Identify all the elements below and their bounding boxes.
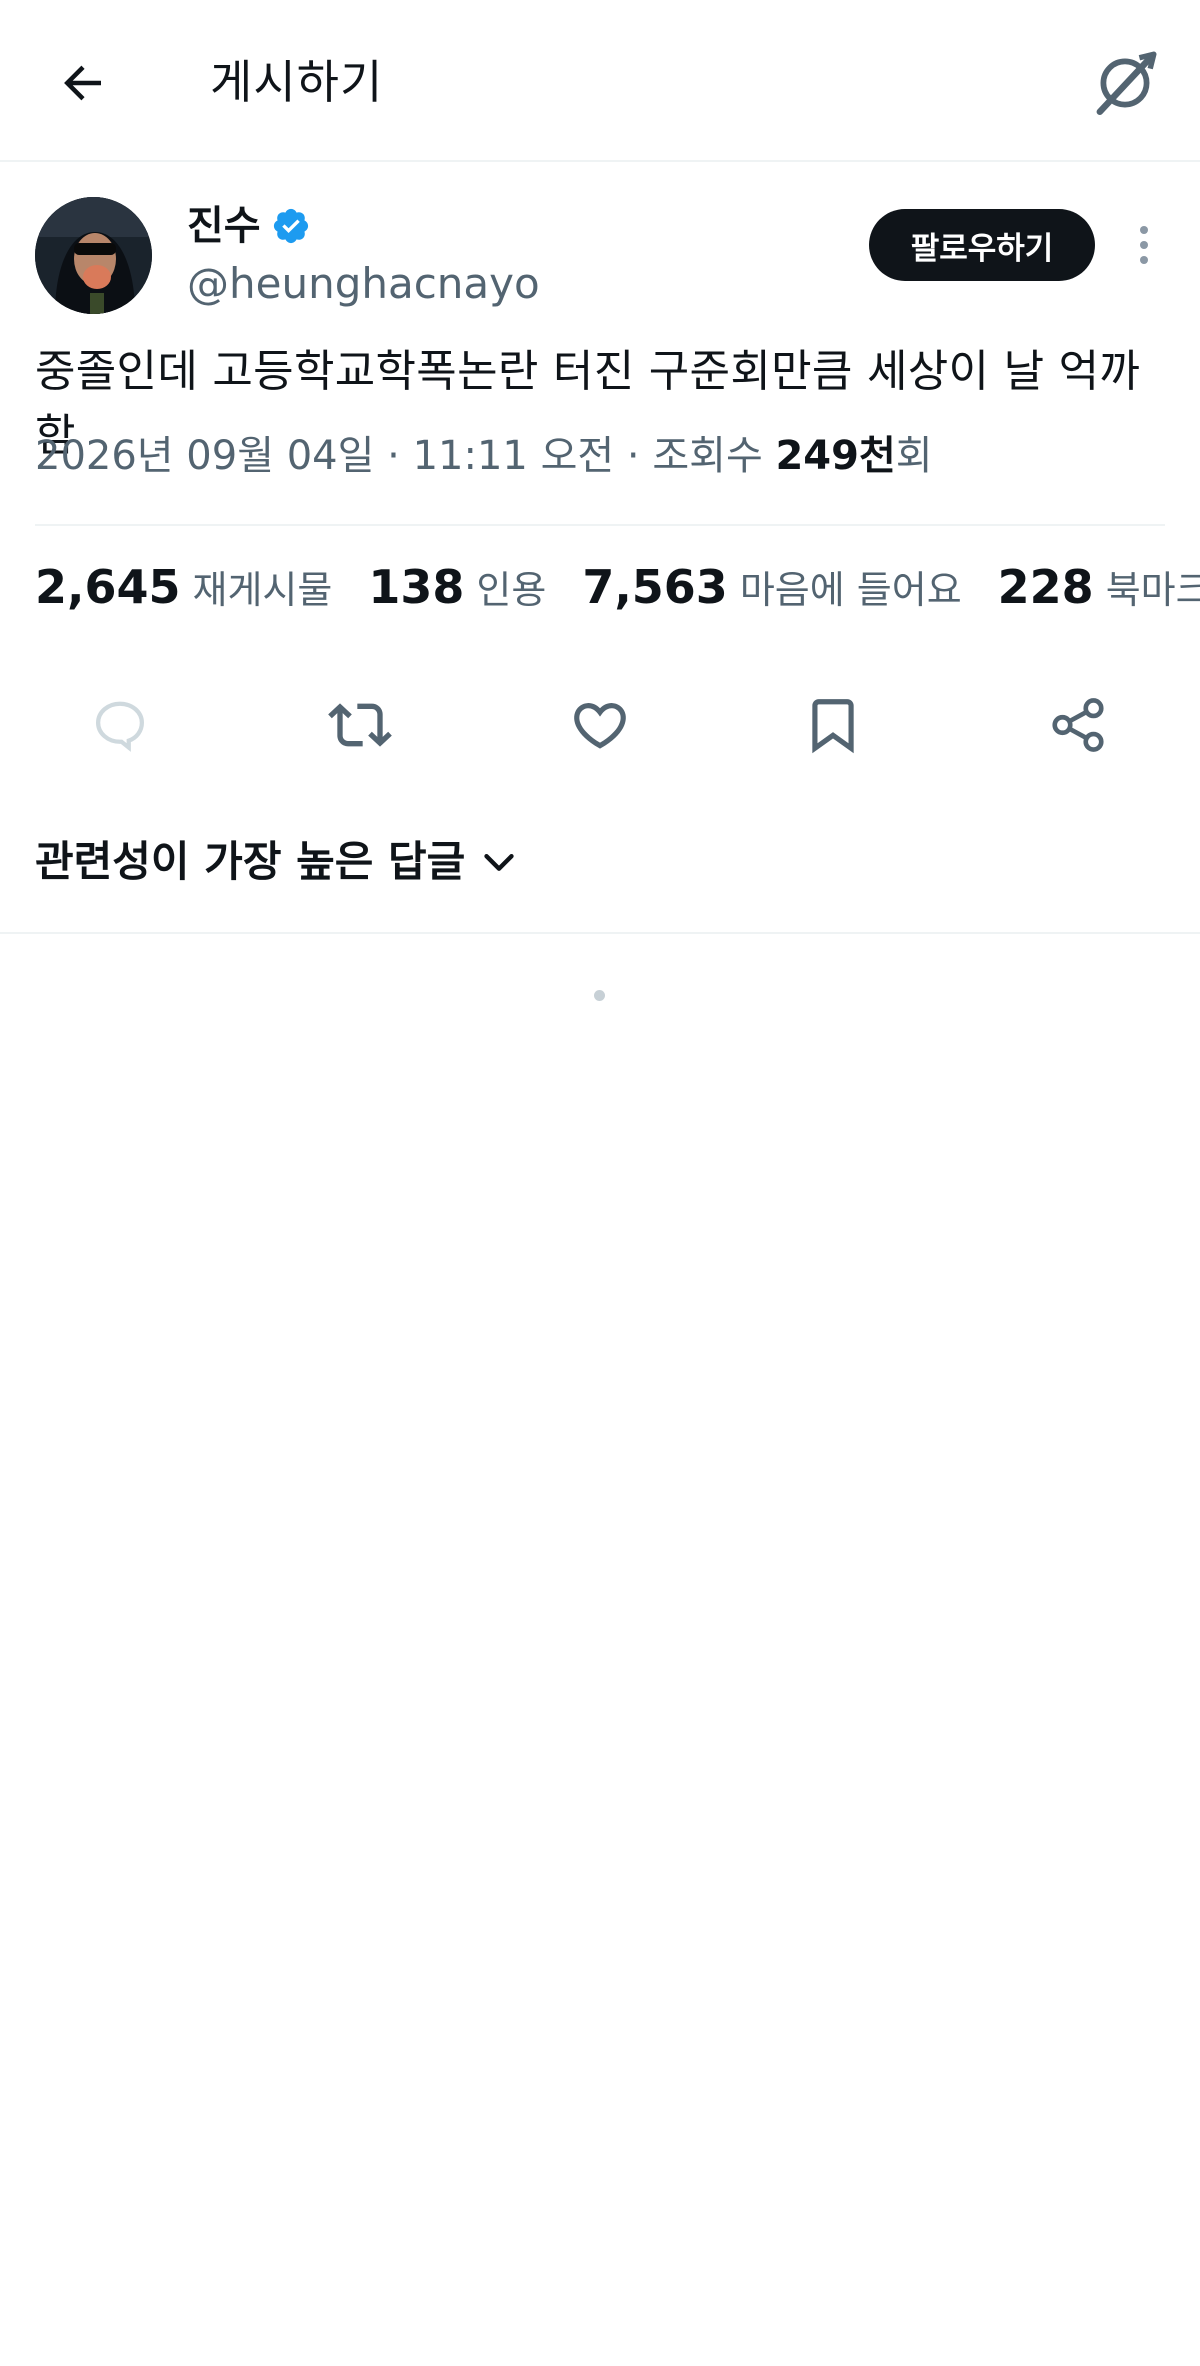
likes-count: 7,563	[582, 560, 728, 614]
post-date[interactable]: 2026년 09월 04일	[35, 433, 374, 479]
repost-icon	[328, 703, 392, 747]
bookmarks-count: 228	[997, 560, 1094, 614]
display-name[interactable]: 진수	[187, 200, 261, 252]
back-button[interactable]	[40, 45, 126, 121]
follow-button[interactable]: 팔로우하기	[869, 209, 1095, 281]
action-bar	[0, 680, 1200, 770]
meta-separator: ·	[626, 433, 640, 479]
loading-indicator	[594, 990, 605, 1001]
reply-button[interactable]	[80, 680, 160, 770]
arrow-left-icon	[64, 65, 101, 101]
avatar-image	[35, 197, 152, 314]
more-options-button[interactable]	[1120, 218, 1168, 272]
stat-reposts[interactable]: 2,645 재게시물	[35, 560, 332, 617]
quotes-count: 138	[368, 560, 465, 614]
bookmark-button[interactable]	[793, 680, 873, 770]
reply-sort-dropdown[interactable]: 관련성이 가장 높은 답글	[35, 832, 519, 892]
page-title: 게시하기	[210, 55, 384, 109]
author-handle[interactable]: @heunghacnayo	[187, 257, 540, 311]
views-count[interactable]: 249천	[775, 433, 895, 479]
bookmark-icon	[812, 699, 854, 754]
divider	[0, 932, 1200, 934]
meta-separator: ·	[387, 433, 400, 479]
verified-badge-icon	[273, 208, 308, 244]
author-name-row: 진수	[187, 200, 311, 252]
reposts-label: 재게시물	[192, 568, 333, 612]
chevron-down-icon	[484, 854, 514, 871]
post-meta: 2026년 09월 04일 · 11:11 오전 · 조회수 249천회	[35, 428, 933, 484]
views-suffix: 회	[895, 433, 933, 479]
reposts-count: 2,645	[35, 560, 181, 614]
top-app-bar: 게시하기	[0, 0, 1200, 162]
post-time[interactable]: 11:11 오전	[413, 433, 615, 479]
reply-sort-label: 관련성이 가장 높은 답글	[35, 837, 466, 886]
engagement-stats: 2,645 재게시물 138 인용 7,563 마음에 들어요 228 북마크	[35, 560, 1200, 617]
like-icon	[574, 703, 626, 749]
avatar[interactable]	[35, 197, 152, 314]
reply-icon	[95, 701, 145, 752]
divider	[35, 524, 1165, 526]
quotes-label: 인용	[476, 568, 547, 612]
repost-button[interactable]	[320, 680, 400, 770]
like-button[interactable]	[560, 680, 640, 770]
stat-bookmarks[interactable]: 228 북마크	[998, 560, 1200, 617]
views-label: 조회수	[652, 433, 763, 479]
stat-likes[interactable]: 7,563 마음에 들어요	[582, 560, 961, 617]
likes-label: 마음에 들어요	[739, 568, 962, 612]
more-vertical-icon	[1140, 226, 1148, 264]
share-button[interactable]	[1038, 680, 1118, 770]
bookmarks-label: 북마크	[1105, 568, 1200, 612]
share-icon	[1052, 698, 1104, 752]
grok-icon	[1096, 51, 1157, 116]
stat-quotes[interactable]: 138 인용	[368, 560, 546, 617]
grok-button[interactable]	[1080, 40, 1170, 126]
